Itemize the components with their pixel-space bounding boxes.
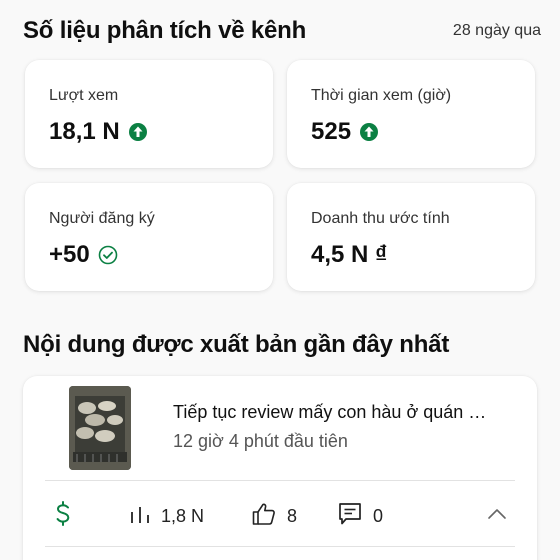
metric-card-revenue[interactable]: Doanh thu ước tính 4,5 N ₫ <box>287 183 535 291</box>
metric-value: +50 <box>49 241 90 268</box>
check-circle-icon <box>98 245 118 265</box>
likes-stat[interactable]: 8 <box>251 496 297 536</box>
metric-value-row: 525 <box>311 118 379 146</box>
collapse-button[interactable] <box>485 496 509 536</box>
metric-value: 4,5 N ₫ <box>311 241 388 268</box>
video-stats-row: 1,8 N 8 0 <box>45 496 515 536</box>
comments-stat[interactable]: 0 <box>337 496 383 536</box>
views-count: 1,8 N <box>161 505 205 526</box>
metric-card-views[interactable]: Lượt xem 18,1 N <box>25 60 273 168</box>
analytics-header: Số liệu phân tích về kênh 28 ngày qua <box>23 14 543 50</box>
comments-count: 0 <box>373 505 384 526</box>
metric-value: 18,1 N <box>49 118 120 145</box>
metric-label: Người đăng ký <box>49 210 155 227</box>
metric-value: 525 <box>311 118 352 145</box>
metric-value-row: +50 <box>49 241 118 269</box>
divider <box>45 480 515 481</box>
likes-count: 8 <box>287 505 298 526</box>
metric-card-subscribers[interactable]: Người đăng ký +50 <box>25 183 273 291</box>
video-title[interactable]: Tiếp tục review mấy con hàu ở quán … <box>173 402 523 423</box>
chevron-up-icon <box>485 502 509 531</box>
page-title: Số liệu phân tích về kênh <box>23 17 307 44</box>
metric-value-row: 4,5 N ₫ <box>311 241 387 269</box>
divider <box>45 546 515 547</box>
section-title: Nội dung được xuất bản gần đây nhất <box>23 331 450 358</box>
dollar-icon <box>53 500 73 533</box>
bar-chart-icon <box>129 503 151 530</box>
metric-label: Lượt xem <box>49 87 119 104</box>
period-label: 28 ngày qua <box>452 22 541 39</box>
arrow-up-circle-icon <box>128 122 148 142</box>
recent-video-card[interactable]: Tiếp tục review mấy con hàu ở quán … 12 … <box>23 376 537 560</box>
comment-icon <box>337 501 363 532</box>
arrow-up-circle-icon <box>359 122 379 142</box>
video-subtitle: 12 giờ 4 phút đầu tiên <box>173 431 348 451</box>
thumbs-up-icon <box>251 501 277 532</box>
metric-card-watch-time[interactable]: Thời gian xem (giờ) 525 <box>287 60 535 168</box>
revenue-stat[interactable] <box>53 496 73 536</box>
views-stat[interactable]: 1,8 N <box>129 496 204 536</box>
metric-label: Thời gian xem (giờ) <box>311 87 452 104</box>
video-thumbnail[interactable] <box>69 386 131 470</box>
metric-value-row: 18,1 N <box>49 118 148 146</box>
metric-label: Doanh thu ước tính <box>311 210 450 227</box>
